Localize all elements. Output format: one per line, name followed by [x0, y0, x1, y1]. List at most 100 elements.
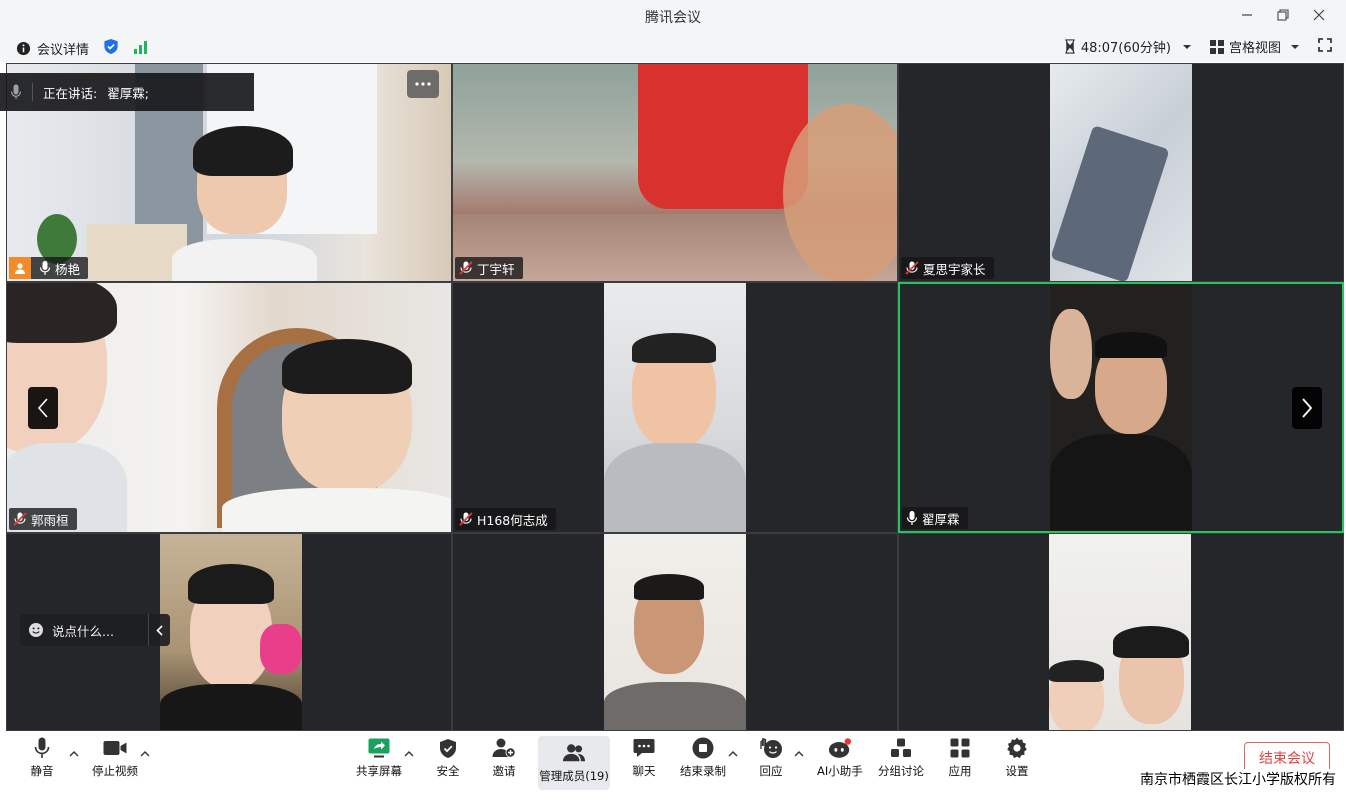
chevron-left-icon	[37, 398, 48, 418]
recording-options-caret[interactable]	[728, 749, 738, 759]
security-shield-button[interactable]	[103, 38, 119, 59]
active-speaker-indicator: 正在讲话: 翟厚霖;	[0, 73, 254, 111]
shield-check-icon	[104, 38, 118, 55]
more-options-button[interactable]	[407, 70, 439, 98]
video-options-caret[interactable]	[140, 749, 150, 759]
breakout-rooms-label: 分组讨论	[878, 764, 924, 778]
network-signal-button[interactable]	[133, 39, 149, 58]
minimize-button[interactable]	[1232, 4, 1262, 26]
timer-text: 48:07(60分钟)	[1080, 41, 1171, 56]
chat-label: 聊天	[632, 764, 656, 778]
video-grid: 杨艳 丁宇轩 夏思宇家长 郭雨桓 H168何志成 翟厚霖	[6, 63, 1344, 731]
chevron-left-icon	[156, 624, 163, 636]
collapse-chat-button[interactable]	[148, 614, 170, 646]
share-screen-label: 共享屏幕	[356, 764, 402, 778]
chat-placeholder: 说点什么...	[52, 623, 114, 639]
invite-label: 邀请	[492, 764, 516, 778]
restore-icon	[1277, 9, 1289, 21]
video-feed	[7, 283, 451, 532]
next-page-button[interactable]	[1292, 387, 1322, 429]
participant-name-tag: 杨艳	[9, 257, 89, 279]
video-tile[interactable]	[452, 533, 898, 731]
video-feed	[1050, 284, 1192, 531]
view-mode-label: 宫格视图	[1228, 41, 1281, 56]
stop-record-icon	[692, 737, 714, 759]
microphone-muted-icon	[905, 261, 919, 275]
add-user-icon	[492, 738, 516, 758]
stop-video-button[interactable]: 停止视频	[92, 737, 138, 779]
grid-view-icon	[1209, 39, 1224, 54]
meeting-timer[interactable]: 48:07(60分钟)	[1064, 37, 1192, 56]
restore-button[interactable]	[1268, 4, 1298, 26]
participant-name: 翟厚霖	[922, 511, 960, 527]
microphone-icon	[906, 511, 918, 525]
reaction-options-caret[interactable]	[794, 749, 804, 759]
reaction-button[interactable]: 回应	[759, 737, 783, 779]
video-tile[interactable]	[898, 533, 1344, 731]
mute-label: 静音	[30, 764, 54, 778]
info-icon	[16, 41, 31, 56]
end-recording-label: 结束录制	[680, 764, 726, 778]
copyright-watermark: 南京市栖霞区长江小学版权所有	[1140, 769, 1336, 789]
apps-label: 应用	[948, 764, 972, 778]
window-title: 腾讯会议	[645, 10, 701, 26]
divider	[32, 83, 33, 101]
manage-members-button[interactable]: 管理成员(19)	[538, 736, 610, 790]
chevron-down-icon	[1182, 44, 1191, 49]
microphone-icon	[39, 261, 51, 275]
window-controls	[1232, 4, 1334, 26]
participant-name-tag: H168何志成	[455, 508, 556, 530]
close-button[interactable]	[1304, 4, 1334, 26]
reaction-label: 回应	[759, 764, 783, 778]
breakout-rooms-button[interactable]: 分组讨论	[878, 737, 924, 779]
video-camera-icon	[103, 741, 127, 755]
breakout-icon	[891, 738, 911, 757]
shield-check-icon	[440, 738, 456, 758]
video-tile-active-speaker[interactable]: 翟厚霖	[898, 282, 1344, 533]
video-tile[interactable]: 丁宇轩	[452, 63, 898, 282]
raise-hand-icon	[760, 738, 782, 758]
video-tile[interactable]: 郭雨桓	[6, 282, 452, 533]
share-options-caret[interactable]	[404, 749, 414, 759]
share-screen-button[interactable]: 共享屏幕	[356, 737, 402, 779]
stop-video-label: 停止视频	[92, 764, 138, 778]
ai-assistant-button[interactable]: AI小助手	[817, 737, 863, 779]
settings-label: 设置	[1005, 764, 1029, 778]
mute-button[interactable]: 静音	[30, 737, 54, 779]
quick-chat-input[interactable]: 说点什么...	[20, 614, 170, 646]
apps-button[interactable]: 应用	[948, 737, 972, 779]
invite-button[interactable]: 邀请	[492, 737, 516, 779]
members-icon	[562, 744, 586, 762]
video-tile[interactable]: H168何志成	[452, 282, 898, 533]
minimize-icon	[1242, 14, 1252, 16]
speaking-name: 翟厚霖;	[107, 85, 149, 101]
previous-page-button[interactable]	[28, 387, 58, 429]
chat-button[interactable]: 聊天	[632, 737, 656, 779]
microphone-muted-icon	[459, 261, 473, 275]
meeting-info-button[interactable]: 会议详情	[16, 39, 89, 58]
meeting-info-label: 会议详情	[37, 43, 90, 58]
view-mode-dropdown[interactable]: 宫格视图	[1209, 37, 1300, 56]
video-feed	[1050, 64, 1192, 281]
video-feed	[604, 283, 746, 532]
video-feed	[160, 534, 302, 730]
participant-name-tag: 郭雨桓	[9, 508, 77, 530]
audio-options-caret[interactable]	[69, 749, 79, 759]
hourglass-icon	[1065, 39, 1075, 54]
participant-name: 郭雨桓	[31, 512, 69, 528]
emoji-icon	[29, 623, 43, 637]
chevron-right-icon	[1302, 398, 1313, 418]
video-feed	[1049, 534, 1191, 730]
fullscreen-button[interactable]	[1318, 37, 1332, 56]
gear-icon	[1007, 737, 1027, 759]
settings-button[interactable]: 设置	[1005, 737, 1029, 779]
info-bar: 会议详情 48:07(60分钟) 宫格视图	[0, 32, 1346, 62]
apps-grid-icon	[950, 738, 970, 758]
participant-name: 丁宇轩	[477, 261, 515, 277]
video-tile[interactable]: 夏思宇家长	[898, 63, 1344, 282]
participant-name-tag: 丁宇轩	[455, 257, 523, 279]
share-screen-icon	[368, 738, 390, 758]
security-label: 安全	[436, 764, 460, 778]
security-button[interactable]: 安全	[436, 737, 460, 779]
end-recording-button[interactable]: 结束录制	[680, 737, 726, 779]
